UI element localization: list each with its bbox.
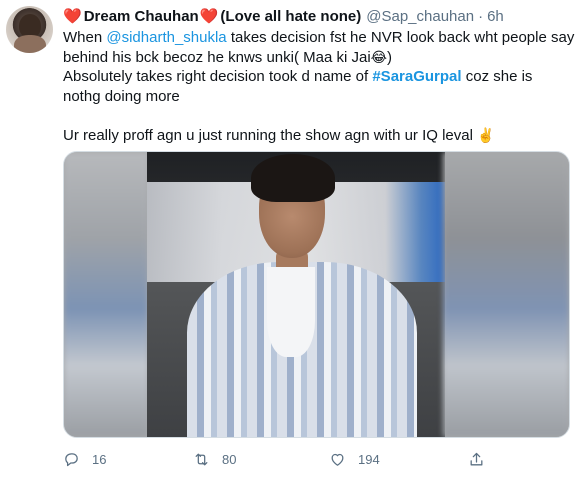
like-count: 194 [358,451,380,467]
author-display-name[interactable]: Dream Chauhan [84,8,199,25]
heart-icon [331,453,344,466]
retweet-button[interactable]: 80 [193,451,236,468]
header-separator: · [478,7,484,25]
reply-icon [65,452,78,466]
retweet-count: 80 [222,451,237,467]
media-blurred-right [443,152,569,437]
reply-count: 16 [92,451,107,467]
tweet-line-2: behind his bck becoz he knws unki( Maa k… [63,48,573,68]
hashtag-link[interactable]: #SaraGurpal [372,68,461,85]
tweet-text-segment: Ur really proff agn u just running the s… [63,126,478,144]
tweet-line-1: When @sidharth_shukla takes decision fst… [63,28,575,48]
tweet-timestamp[interactable]: 6h [487,8,504,25]
tweet-text: When @sidharth_shukla takes decision fst… [63,28,575,146]
tweet-text-segment: coz she is [461,68,533,85]
tweet-text-segment: nothg doing more [63,87,180,105]
tweet-text-segment: Absolutely takes right decision took d n… [63,68,373,85]
media-photo [147,152,445,437]
media-blurred-left [64,152,148,437]
tweet[interactable]: ❤️ Dream Chauhan ❤️ (Love all hate none)… [0,0,579,490]
author-avatar[interactable] [6,6,53,53]
tweet-text-segment: takes decision fst he NVR look back wht … [226,29,575,46]
laughing-emoji: 😂 [370,48,388,65]
author-handle[interactable]: @Sap_chauhan [366,8,474,25]
tweet-text-segment: behind his bck becoz he knws unki( Maa k… [63,48,371,66]
photo-white-shirt [267,267,315,357]
reply-button[interactable]: 16 [63,451,106,468]
victory-hand-emoji: ✌️ [477,126,495,143]
heart-emoji-left: ❤️ [63,7,82,25]
tweet-line-3: Absolutely takes right decision took d n… [63,67,573,87]
mention-link[interactable]: @sidharth_shukla [106,29,226,46]
heart-emoji-right: ❤️ [199,7,219,25]
like-button[interactable]: 194 [329,451,380,468]
photo-hair [251,154,335,202]
tweet-media-image[interactable] [63,151,570,438]
retweet-icon [195,453,208,465]
tweet-text-segment: When [63,29,107,46]
share-button[interactable] [468,451,485,468]
share-icon [470,452,483,465]
tweet-line-4: nothg doing more [63,87,573,107]
author-display-motto[interactable]: (Love all hate none) [220,8,361,25]
tweet-actions: 16 80 194 [63,448,573,470]
tweet-header: ❤️ Dream Chauhan ❤️ (Love all hate none)… [63,6,504,26]
avatar-body-shape [14,35,46,53]
tweet-line-6: Ur really proff agn u just running the s… [63,126,573,146]
tweet-text-segment: ) [387,48,393,66]
